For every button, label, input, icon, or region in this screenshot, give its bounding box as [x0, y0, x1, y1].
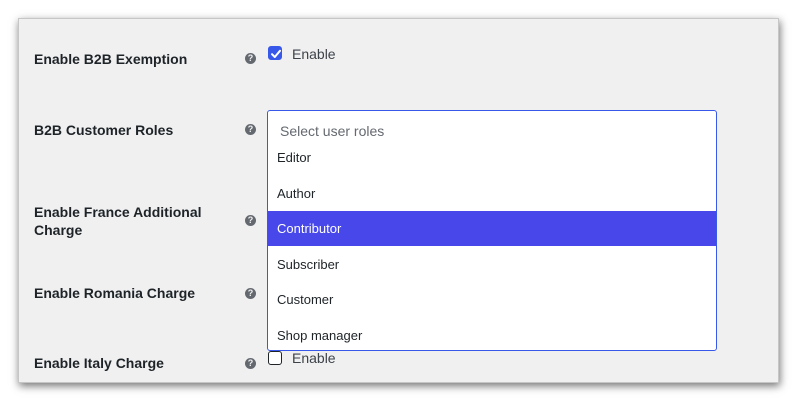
romania-charge-label: Enable Romania Charge: [34, 285, 196, 301]
customer-roles-label: B2B Customer Roles: [34, 122, 174, 138]
b2b-exemption-label: Enable B2B Exemption: [34, 51, 188, 67]
italy-charge-checkbox[interactable]: [268, 351, 282, 365]
help-icon[interactable]: ?: [245, 288, 256, 299]
settings-panel: Enable B2B Exemption ? Enable B2B Custom…: [18, 18, 779, 383]
user-roles-search-input[interactable]: Select user roles: [280, 123, 384, 139]
italy-charge-label: Enable Italy Charge: [34, 355, 164, 371]
role-option[interactable]: Customer: [268, 282, 716, 317]
role-option[interactable]: Editor: [268, 140, 716, 175]
role-option[interactable]: Author: [268, 176, 716, 211]
role-option-highlighted[interactable]: Contributor: [268, 211, 716, 246]
b2b-exemption-checkbox[interactable]: [268, 46, 282, 60]
help-icon[interactable]: ?: [245, 124, 256, 135]
user-roles-select[interactable]: Select user roles Editor Author Contribu…: [267, 110, 717, 351]
role-option[interactable]: Shop manager: [268, 318, 716, 350]
b2b-exemption-checkbox-label[interactable]: Enable: [292, 46, 336, 62]
help-icon[interactable]: ?: [245, 358, 256, 369]
help-icon[interactable]: ?: [245, 53, 256, 64]
italy-charge-checkbox-label[interactable]: Enable: [292, 350, 336, 366]
france-charge-label: Enable France Additional Charge: [34, 204, 202, 238]
help-icon[interactable]: ?: [245, 215, 256, 226]
checkmark-icon: [271, 49, 281, 58]
role-option[interactable]: Subscriber: [268, 247, 716, 282]
